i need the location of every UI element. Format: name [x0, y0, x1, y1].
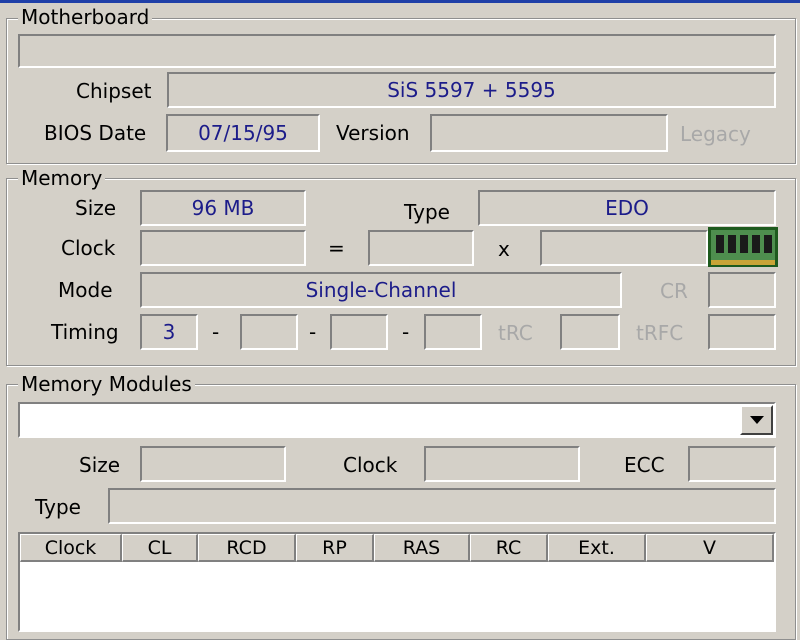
column-header-ext[interactable]: Ext.	[548, 534, 646, 562]
times-sign: x	[498, 237, 510, 261]
trc-label: tRC	[498, 321, 533, 345]
bios-date-field[interactable]: 07/15/95	[166, 114, 320, 152]
module-slot-dropdown[interactable]	[18, 402, 776, 438]
module-ecc-label: ECC	[624, 453, 665, 477]
timing-ras-field[interactable]	[424, 314, 482, 350]
timing-label: Timing	[51, 320, 119, 344]
module-ecc-field[interactable]	[688, 446, 776, 482]
memory-modules-group-title: Memory Modules	[18, 373, 195, 395]
window-top-edge	[0, 0, 800, 3]
multiplier-field[interactable]	[540, 230, 708, 266]
timing-cl-field[interactable]: 3	[140, 314, 198, 350]
column-header-v[interactable]: V	[646, 534, 774, 562]
cr-label: CR	[660, 279, 688, 303]
timing-dash: -	[212, 320, 220, 344]
memory-type-label: Type	[404, 200, 450, 224]
memory-type-field[interactable]: EDO	[478, 190, 776, 226]
module-timings-table[interactable]: Clock CL RCD RP RAS RC Ext. V	[18, 532, 776, 632]
chevron-down-icon[interactable]	[740, 405, 773, 435]
module-clock-label: Clock	[343, 453, 398, 477]
equals-sign: =	[328, 236, 345, 260]
module-type-label: Type	[35, 495, 81, 519]
memory-group-title: Memory	[18, 167, 106, 189]
fsb-field[interactable]	[368, 230, 474, 266]
memory-clock-field[interactable]	[140, 230, 306, 266]
memory-mode-field[interactable]: Single-Channel	[140, 272, 622, 308]
column-header-rcd[interactable]: RCD	[198, 534, 296, 562]
timing-rp-field[interactable]	[330, 314, 388, 350]
chipset-label: Chipset	[76, 79, 152, 103]
module-size-label: Size	[79, 453, 121, 477]
column-header-rc[interactable]: RC	[470, 534, 548, 562]
cr-field[interactable]	[708, 272, 776, 308]
version-field[interactable]	[430, 114, 668, 152]
version-label: Version	[336, 121, 410, 145]
timing-dash: -	[309, 320, 317, 344]
memory-size-field[interactable]: 96 MB	[140, 190, 306, 226]
timing-rcd-field[interactable]	[240, 314, 298, 350]
legacy-label: Legacy	[680, 122, 751, 146]
memory-size-label: Size	[75, 196, 117, 220]
memory-mode-label: Mode	[58, 278, 113, 302]
column-header-clock[interactable]: Clock	[20, 534, 122, 562]
timing-dash: -	[402, 320, 410, 344]
module-type-field[interactable]	[108, 488, 776, 524]
motherboard-group-title: Motherboard	[18, 6, 153, 28]
module-clock-field[interactable]	[424, 446, 580, 482]
module-size-field[interactable]	[140, 446, 286, 482]
column-header-ras[interactable]: RAS	[374, 534, 470, 562]
ram-module-icon	[708, 227, 778, 267]
trfc-field[interactable]	[708, 314, 776, 350]
column-header-cl[interactable]: CL	[122, 534, 198, 562]
motherboard-name-field[interactable]	[18, 34, 776, 68]
chipset-field[interactable]: SiS 5597 + 5595	[167, 72, 776, 108]
memory-clock-label: Clock	[61, 236, 116, 260]
trfc-label: tRFC	[636, 321, 684, 345]
bios-date-label: BIOS Date	[44, 121, 147, 145]
trc-field[interactable]	[560, 314, 620, 350]
column-header-rp[interactable]: RP	[296, 534, 374, 562]
